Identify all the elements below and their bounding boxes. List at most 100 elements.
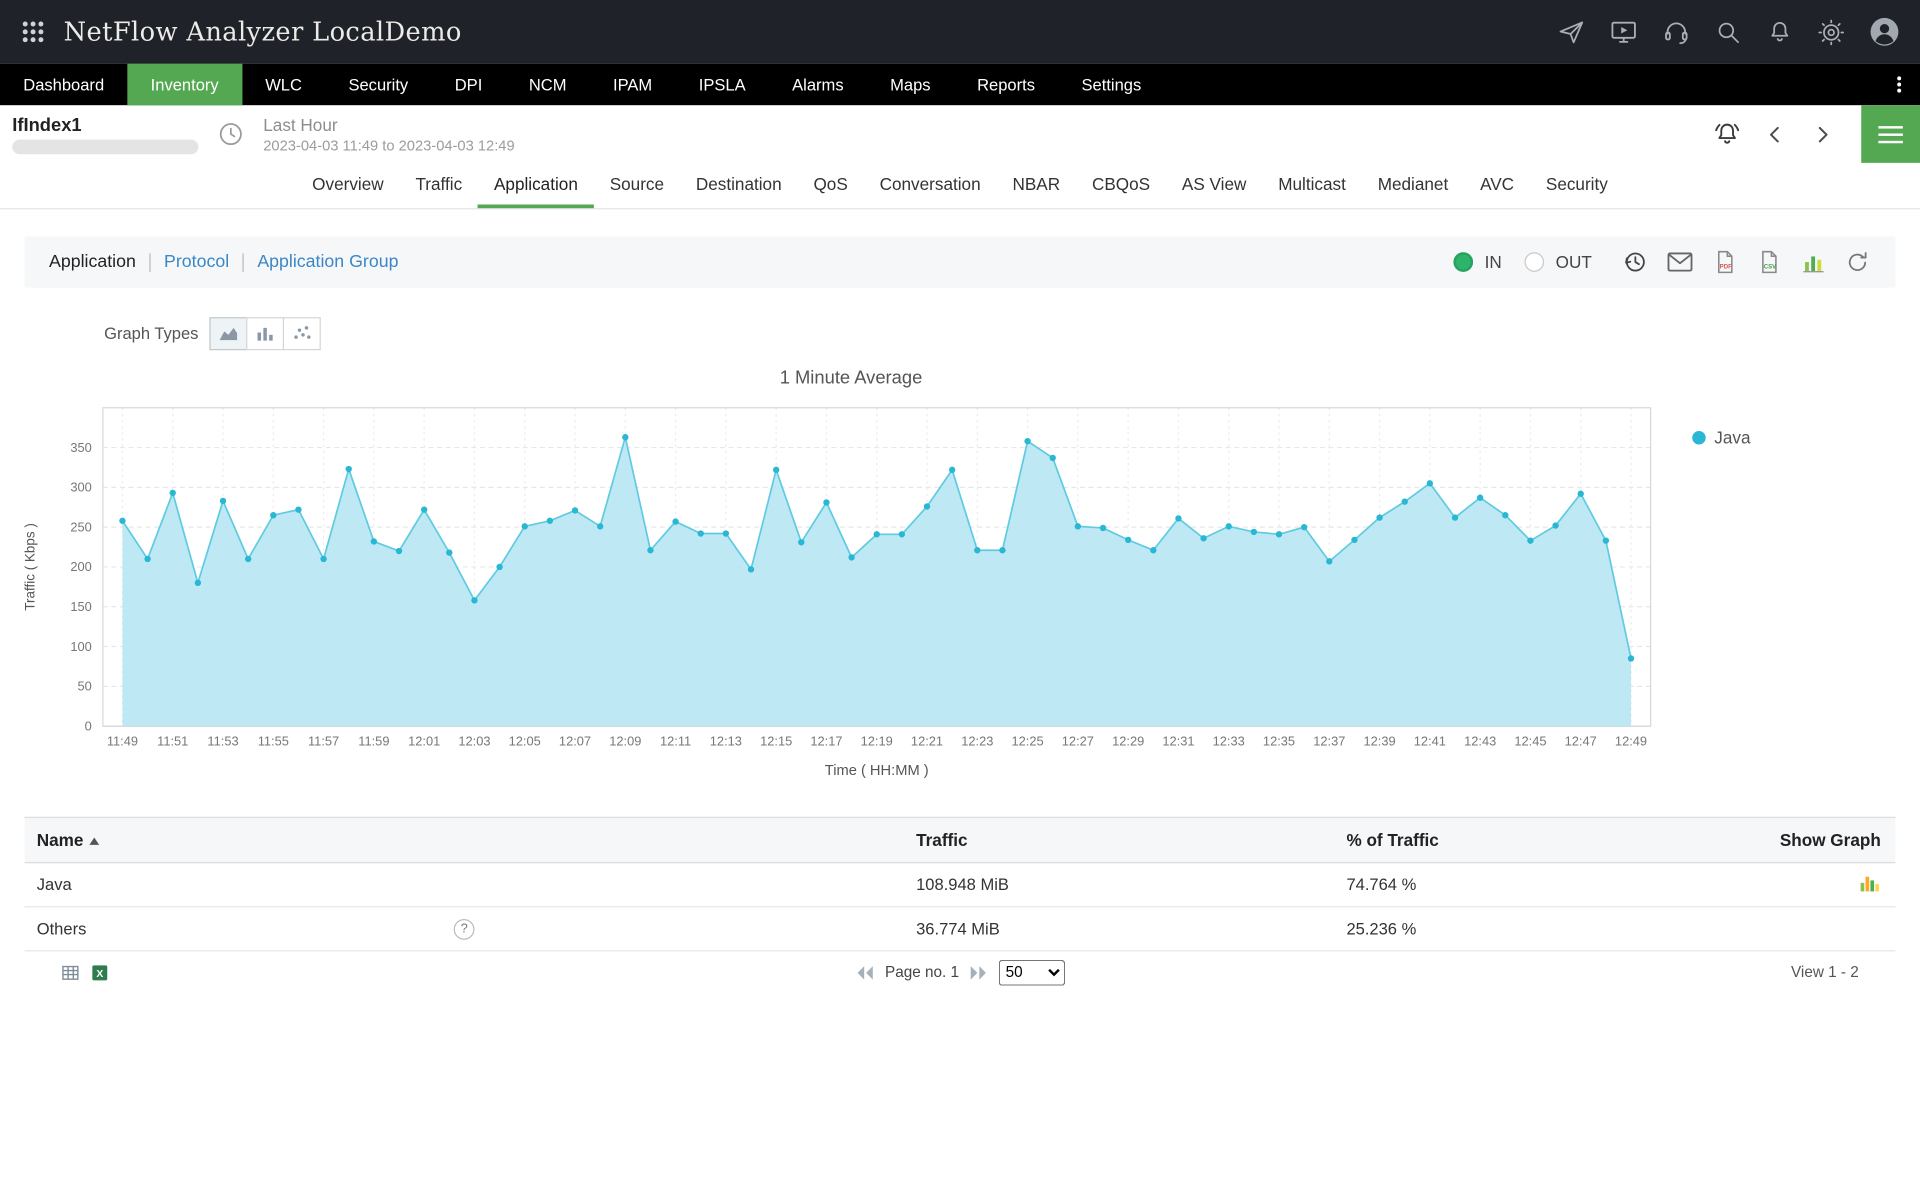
row-pct: 25.236 % bbox=[1334, 920, 1727, 938]
row-name[interactable]: Java bbox=[24, 876, 903, 894]
tab-application[interactable]: Application bbox=[478, 163, 594, 208]
others-help-icon[interactable]: ? bbox=[454, 918, 475, 939]
header-traffic[interactable]: Traffic bbox=[904, 830, 1334, 850]
svg-text:12:25: 12:25 bbox=[1012, 734, 1044, 749]
apps-grid-icon[interactable] bbox=[20, 18, 47, 45]
svg-text:350: 350 bbox=[70, 440, 91, 455]
prev-interface-chevron-icon[interactable] bbox=[1758, 121, 1792, 148]
svg-text:12:49: 12:49 bbox=[1615, 734, 1647, 749]
nav-item-dpi[interactable]: DPI bbox=[431, 64, 505, 106]
tab-cbqos[interactable]: CBQoS bbox=[1076, 163, 1166, 208]
svg-text:12:33: 12:33 bbox=[1213, 734, 1245, 749]
direction-in-radio[interactable] bbox=[1454, 252, 1474, 272]
table-row: Java 108.948 MiB 74.764 % bbox=[24, 863, 1895, 907]
tab-source[interactable]: Source bbox=[594, 163, 680, 208]
settings-gear-icon[interactable] bbox=[1817, 18, 1845, 46]
nav-item-ipsla[interactable]: IPSLA bbox=[675, 64, 768, 106]
nav-item-inventory[interactable]: Inventory bbox=[127, 64, 242, 106]
search-icon[interactable] bbox=[1714, 18, 1742, 46]
graph-type-scatter-button[interactable] bbox=[283, 317, 321, 350]
svg-text:11:53: 11:53 bbox=[207, 734, 238, 749]
svg-text:Time ( HH:MM ): Time ( HH:MM ) bbox=[825, 763, 929, 779]
header-show-graph: Show Graph bbox=[1727, 830, 1895, 850]
schedule-report-icon[interactable] bbox=[1621, 249, 1648, 276]
getting-started-icon[interactable] bbox=[1558, 18, 1586, 46]
svg-text:11:49: 11:49 bbox=[107, 734, 138, 749]
interface-alerts-icon[interactable] bbox=[1708, 119, 1746, 150]
export-pdf-icon[interactable]: PDF bbox=[1712, 249, 1739, 276]
nav-item-ipam[interactable]: IPAM bbox=[590, 64, 676, 106]
notifications-bell-icon[interactable] bbox=[1766, 18, 1794, 46]
interface-title: IfIndex1 bbox=[12, 114, 198, 135]
svg-text:0: 0 bbox=[85, 718, 92, 733]
graph-section: Graph Types 1 Minute Average 05010015020… bbox=[0, 317, 1920, 790]
next-interface-chevron-icon[interactable] bbox=[1805, 121, 1839, 148]
tab-avc[interactable]: AVC bbox=[1464, 163, 1530, 208]
tab-as-view[interactable]: AS View bbox=[1166, 163, 1262, 208]
tab-conversation[interactable]: Conversation bbox=[864, 163, 997, 208]
export-csv-icon[interactable]: CSV bbox=[1756, 249, 1783, 276]
screen-demo-icon[interactable] bbox=[1609, 17, 1638, 46]
tab-nbar[interactable]: NBAR bbox=[997, 163, 1076, 208]
tab-overview[interactable]: Overview bbox=[296, 163, 399, 208]
nav-overflow-icon[interactable] bbox=[1878, 64, 1920, 106]
sort-asc-icon bbox=[90, 838, 100, 845]
view-application-group[interactable]: Application Group bbox=[257, 252, 398, 272]
tab-medianet[interactable]: Medianet bbox=[1362, 163, 1464, 208]
svg-text:12:19: 12:19 bbox=[861, 734, 893, 749]
chart-legend[interactable]: Java bbox=[1687, 427, 1750, 789]
graph-type-area-button[interactable] bbox=[209, 317, 247, 350]
panel-menu-button[interactable] bbox=[1861, 105, 1920, 163]
svg-text:100: 100 bbox=[70, 639, 91, 654]
refresh-icon[interactable] bbox=[1844, 249, 1871, 276]
page-size-select[interactable]: 50 bbox=[999, 959, 1065, 985]
next-page-icon[interactable] bbox=[969, 964, 990, 980]
email-report-icon[interactable] bbox=[1665, 247, 1694, 276]
tab-destination[interactable]: Destination bbox=[680, 163, 798, 208]
user-avatar[interactable] bbox=[1869, 16, 1901, 48]
svg-text:12:31: 12:31 bbox=[1162, 734, 1194, 749]
tab-qos[interactable]: QoS bbox=[798, 163, 864, 208]
svg-text:12:03: 12:03 bbox=[458, 734, 490, 749]
tab-security[interactable]: Security bbox=[1530, 163, 1624, 208]
svg-text:12:01: 12:01 bbox=[408, 734, 440, 749]
show-graph-icon[interactable] bbox=[1859, 872, 1881, 898]
traffic-area-chart: 05010015020025030035011:4911:5111:5311:5… bbox=[15, 393, 1688, 790]
nav-item-maps[interactable]: Maps bbox=[867, 64, 954, 106]
time-range-label[interactable]: Last Hour bbox=[263, 114, 514, 134]
svg-text:11:55: 11:55 bbox=[258, 734, 289, 749]
header-name[interactable]: Name bbox=[24, 830, 903, 850]
svg-text:50: 50 bbox=[78, 679, 92, 694]
nav-item-alarms[interactable]: Alarms bbox=[769, 64, 867, 106]
svg-text:12:27: 12:27 bbox=[1062, 734, 1094, 749]
nav-item-dashboard[interactable]: Dashboard bbox=[0, 64, 127, 106]
nav-item-settings[interactable]: Settings bbox=[1058, 64, 1164, 106]
view-protocol[interactable]: Protocol bbox=[164, 252, 229, 272]
legend-dot bbox=[1692, 431, 1705, 444]
svg-text:200: 200 bbox=[70, 559, 91, 574]
tab-multicast[interactable]: Multicast bbox=[1262, 163, 1361, 208]
svg-text:12:17: 12:17 bbox=[810, 734, 842, 749]
nav-item-reports[interactable]: Reports bbox=[954, 64, 1058, 106]
svg-text:250: 250 bbox=[70, 519, 91, 534]
graph-type-bar-button[interactable] bbox=[246, 317, 284, 350]
svg-text:12:43: 12:43 bbox=[1464, 734, 1496, 749]
chart-view-icon[interactable] bbox=[1800, 249, 1827, 276]
time-period-clock-icon[interactable] bbox=[213, 120, 249, 148]
view-application[interactable]: Application bbox=[49, 252, 136, 272]
row-name[interactable]: Others? bbox=[24, 920, 903, 938]
first-page-icon[interactable] bbox=[854, 964, 875, 980]
table-view-icon[interactable] bbox=[61, 963, 79, 981]
nav-item-security[interactable]: Security bbox=[325, 64, 431, 106]
support-headset-icon[interactable] bbox=[1662, 17, 1691, 46]
nav-item-ncm[interactable]: NCM bbox=[506, 64, 590, 106]
export-excel-icon[interactable]: X bbox=[91, 963, 109, 981]
direction-out-radio[interactable] bbox=[1525, 252, 1545, 272]
main-nav: Dashboard Inventory WLC Security DPI NCM… bbox=[0, 64, 1920, 106]
header-pct-traffic[interactable]: % of Traffic bbox=[1334, 830, 1727, 850]
svg-text:12:29: 12:29 bbox=[1112, 734, 1144, 749]
svg-text:12:37: 12:37 bbox=[1313, 734, 1345, 749]
nav-item-wlc[interactable]: WLC bbox=[242, 64, 325, 106]
tab-traffic[interactable]: Traffic bbox=[400, 163, 479, 208]
row-show-graph bbox=[1727, 872, 1895, 898]
